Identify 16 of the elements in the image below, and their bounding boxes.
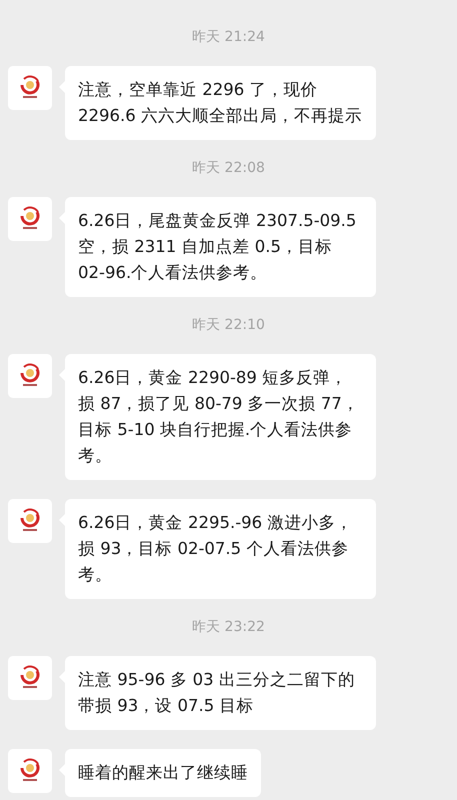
avatar-logo-icon [8,197,52,241]
avatar-logo-icon [8,354,52,398]
timestamp: 昨天 23:22 [192,618,265,636]
timestamp: 昨天 22:08 [192,159,265,177]
message-bubble: 6.26日，黄金 2290-89 短多反弹，损 87，损了见 80-79 多一次损 77，目标 5-10 块自行把握.个人看法供参考。 [65,354,376,480]
message-bubble: 睡着的醒来出了继续睡 [65,749,261,797]
avatar-logo-icon [8,656,52,700]
avatar-logo-icon [8,749,52,793]
message-bubble: 注意，空单靠近 2296 了，现价 2296.6 六六大顺全部出局，不再提示 [65,66,376,140]
message-bubble: 注意 95-96 多 03 出三分之二留下的带损 93，设 07.5 目标 [65,656,376,730]
message-bubble: 6.26日，黄金 2295.-96 激进小多，损 93，目标 02-07.5 个人看法供参考。 [65,499,376,599]
timestamp: 昨天 21:24 [192,28,265,46]
avatar-logo-icon [8,66,52,110]
timestamp: 昨天 22:10 [192,316,265,334]
avatar-logo-icon [8,499,52,543]
message-bubble: 6.26日，尾盘黄金反弹 2307.5-09.5 空，损 2311 自加点差 0.5，目标 02-96.个人看法供参考。 [65,197,376,297]
